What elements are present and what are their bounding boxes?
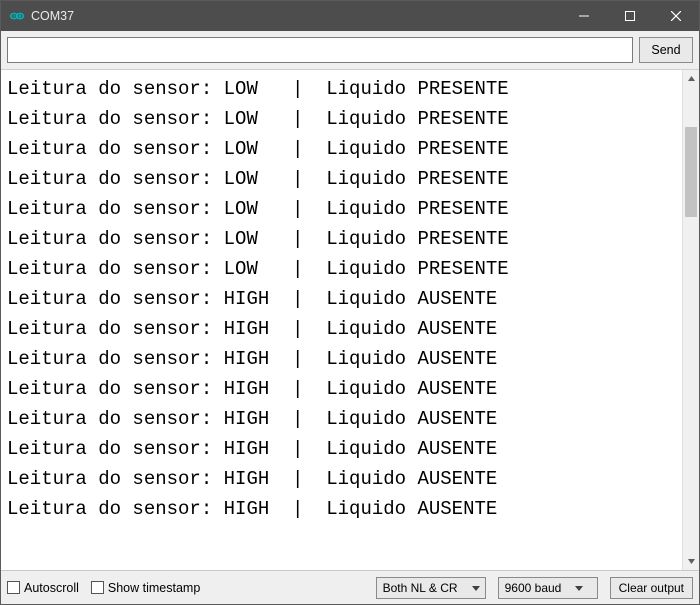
baud-value: 9600 baud <box>505 581 562 595</box>
autoscroll-label: Autoscroll <box>24 581 79 595</box>
scroll-thumb[interactable] <box>685 127 697 217</box>
window-controls <box>561 1 699 31</box>
send-row: Send <box>1 31 699 70</box>
scroll-up-button[interactable] <box>683 70 699 87</box>
serial-output[interactable]: Leitura do sensor: LOW | Liquido PRESENT… <box>1 70 682 570</box>
chevron-down-icon <box>472 581 480 595</box>
send-button-label: Send <box>651 43 680 57</box>
close-button[interactable] <box>653 1 699 31</box>
clear-output-button[interactable]: Clear output <box>610 577 693 599</box>
scroll-down-button[interactable] <box>683 553 699 570</box>
checkbox-box <box>7 581 20 594</box>
arduino-icon <box>9 8 25 24</box>
line-ending-select[interactable]: Both NL & CR <box>376 577 486 599</box>
titlebar[interactable]: COM37 <box>1 1 699 31</box>
scrollbar-vertical[interactable] <box>682 70 699 570</box>
bottom-bar: Autoscroll Show timestamp Both NL & CR 9… <box>1 570 699 604</box>
scroll-track[interactable] <box>683 87 699 553</box>
output-area: Leitura do sensor: LOW | Liquido PRESENT… <box>1 70 699 570</box>
window-title: COM37 <box>31 9 561 23</box>
clear-output-label: Clear output <box>619 581 684 595</box>
line-ending-value: Both NL & CR <box>383 581 458 595</box>
checkbox-box <box>91 581 104 594</box>
send-input[interactable] <box>7 37 633 63</box>
show-timestamp-label: Show timestamp <box>108 581 200 595</box>
autoscroll-checkbox[interactable]: Autoscroll <box>7 581 79 595</box>
minimize-button[interactable] <box>561 1 607 31</box>
baud-select[interactable]: 9600 baud <box>498 577 598 599</box>
show-timestamp-checkbox[interactable]: Show timestamp <box>91 581 200 595</box>
maximize-button[interactable] <box>607 1 653 31</box>
serial-monitor-window: COM37 Send Leitura do sensor: LOW | Liqu… <box>0 0 700 605</box>
chevron-down-icon <box>575 581 583 595</box>
send-button[interactable]: Send <box>639 37 693 63</box>
